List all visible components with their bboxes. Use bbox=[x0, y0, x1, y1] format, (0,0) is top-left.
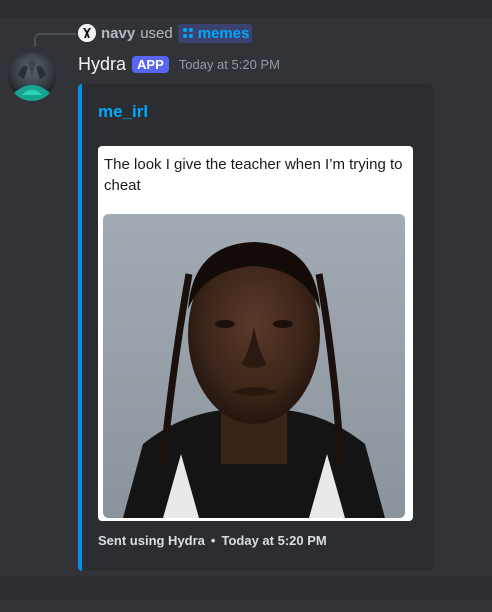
used-text: used bbox=[140, 24, 173, 42]
footer-timestamp: Today at 5:20 PM bbox=[221, 533, 327, 548]
user-avatar-icon bbox=[78, 24, 96, 42]
meme-caption: The look I give the teacher when I’m try… bbox=[104, 156, 403, 194]
embed-footer: Sent using Hydra • Today at 5:20 PM bbox=[98, 533, 327, 548]
footer-separator: • bbox=[210, 533, 216, 548]
command-mention[interactable]: memes bbox=[177, 23, 253, 43]
embed-title-link[interactable]: me_irl bbox=[98, 102, 148, 122]
command-interaction: navy used memes bbox=[78, 22, 253, 44]
meme-photo-image bbox=[103, 214, 405, 518]
command-name: memes bbox=[197, 24, 250, 42]
meme-card[interactable]: The look I give the teacher when I’m try… bbox=[98, 146, 413, 521]
message-embed: me_irl The look I give the teacher when … bbox=[78, 84, 433, 571]
embed-accent-bar bbox=[78, 84, 82, 571]
user-mini-avatar[interactable] bbox=[78, 24, 96, 42]
chat-background bbox=[0, 600, 492, 612]
interaction-connector-line bbox=[34, 33, 76, 47]
message-header: Hydra APP Today at 5:20 PM bbox=[78, 52, 280, 76]
app-badge: APP bbox=[132, 55, 169, 73]
meme-photo[interactable] bbox=[103, 214, 405, 518]
message-timestamp[interactable]: Today at 5:20 PM bbox=[179, 57, 280, 72]
footer-text: Sent using Hydra bbox=[98, 533, 205, 548]
slash-command-icon bbox=[182, 28, 193, 38]
hydra-avatar[interactable] bbox=[8, 53, 56, 101]
hydra-avatar-icon bbox=[14, 60, 50, 101]
author-name[interactable]: Hydra bbox=[78, 54, 126, 75]
previous-message-area bbox=[0, 0, 492, 17]
interaction-username[interactable]: navy bbox=[101, 25, 135, 42]
